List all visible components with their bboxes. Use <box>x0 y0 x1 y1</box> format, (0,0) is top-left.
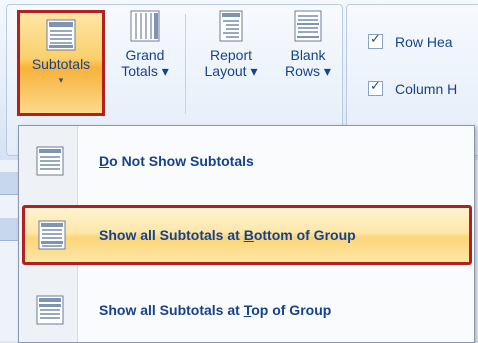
grand-totals-label-2: Totals ▾ <box>121 63 169 79</box>
blank-rows-label-2: Rows ▾ <box>285 63 331 79</box>
report-layout-label-1: Report <box>209 47 253 63</box>
subtotals-button[interactable]: Subtotals ▾ <box>17 10 105 116</box>
blank-rows-icon <box>294 10 322 42</box>
menu-item-label: Do Not Show Subtotals <box>99 153 254 169</box>
row-headers-option[interactable]: Row Hea <box>368 32 453 50</box>
row-headers-label: Row Hea <box>395 34 453 50</box>
report-layout-label-2: Layout ▾ <box>204 63 258 79</box>
column-headers-option[interactable]: Column H <box>368 79 458 97</box>
subtotals-top-icon <box>36 295 64 325</box>
subtotals-bottom-icon <box>38 220 65 250</box>
row-header <box>0 172 18 195</box>
menu-item-show-subtotals-top[interactable]: Show all Subtotals at Top of Group <box>22 280 469 340</box>
chevron-down-icon: ▾ <box>58 75 64 85</box>
menu-item-label: Show all Subtotals at Bottom of Group <box>99 227 356 243</box>
ribbon-separator <box>185 14 186 114</box>
column-headers-label: Column H <box>395 81 458 97</box>
checkbox-checked-icon[interactable] <box>368 32 383 49</box>
menu-item-label: Show all Subtotals at Top of Group <box>99 302 332 318</box>
checkbox-checked-icon[interactable] <box>368 79 383 96</box>
menu-item-show-subtotals-bottom[interactable]: Show all Subtotals at Bottom of Group <box>22 205 472 265</box>
row-header <box>0 218 18 241</box>
report-layout-button[interactable]: Report Layout ▾ <box>196 10 266 79</box>
subtotals-dropdown-menu: Do Not Show Subtotals Show all Subtotals… <box>18 125 475 343</box>
grand-totals-button[interactable]: Grand Totals ▾ <box>110 10 180 79</box>
blank-rows-label-1: Blank <box>290 47 326 63</box>
menu-item-do-not-show-subtotals[interactable]: Do Not Show Subtotals <box>22 131 469 191</box>
blank-rows-button[interactable]: Blank Rows ▾ <box>278 10 338 79</box>
no-subtotals-icon <box>36 146 64 176</box>
grand-totals-label-1: Grand <box>125 47 165 63</box>
report-layout-icon <box>219 10 243 42</box>
subtotals-label: Subtotals <box>31 56 91 72</box>
grand-totals-icon <box>130 10 160 42</box>
subtotals-icon <box>46 19 76 51</box>
